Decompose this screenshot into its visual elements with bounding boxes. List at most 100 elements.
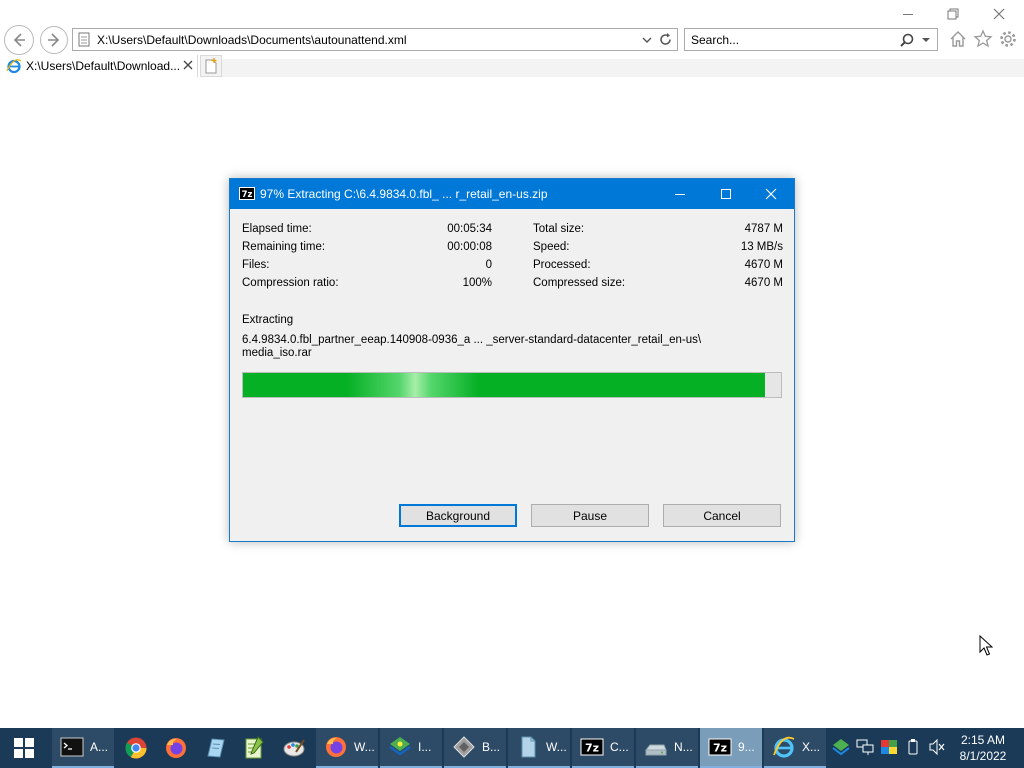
back-button[interactable] (4, 25, 34, 55)
chrome-icon (125, 737, 147, 759)
files-value: 0 (485, 259, 492, 271)
taskbar-item-label: 9... (738, 740, 755, 754)
taskbar-item-firefox-window[interactable]: W... (316, 728, 378, 768)
total-size-value: 4787 M (744, 223, 783, 235)
mouse-cursor-icon (979, 635, 993, 656)
compression-ratio-label: Compression ratio: (242, 277, 339, 289)
notepad-icon (207, 738, 225, 758)
7zip-icon: 7z (708, 738, 732, 756)
pause-button[interactable]: Pause (531, 504, 649, 527)
start-button[interactable] (0, 728, 48, 768)
elapsed-time-label: Elapsed time: (242, 223, 312, 235)
svg-text:7z: 7z (585, 742, 599, 755)
taskbar-item-firefox[interactable] (156, 728, 196, 768)
taskbar-item-ie[interactable]: X... (764, 728, 826, 768)
notepadpp-icon (245, 736, 264, 759)
taskbar-item-notepadpp[interactable] (234, 728, 274, 768)
installer-icon (389, 737, 411, 756)
taskbar-item-chrome[interactable] (116, 728, 156, 768)
address-text: X:\Users\Default\Downloads\Documents\aut… (97, 33, 407, 47)
compressed-size-label: Compressed size: (533, 277, 626, 289)
address-bar[interactable]: X:\Users\Default\Downloads\Documents\aut… (72, 28, 678, 51)
taskbar-item-drive[interactable]: N... (636, 728, 698, 768)
taskbar: A... W... I... B... W... 7z C... N... 7z… (0, 728, 1024, 768)
background-button[interactable]: Background (399, 504, 517, 527)
close-button[interactable] (748, 179, 794, 209)
document-icon (521, 736, 536, 758)
svg-text:7z: 7z (242, 190, 253, 200)
usb-icon[interactable] (904, 738, 922, 756)
minimize-button[interactable] (657, 179, 703, 209)
star-icon[interactable] (973, 29, 993, 49)
network-status-icon[interactable] (832, 738, 850, 756)
forward-button[interactable] (40, 26, 68, 54)
close-icon (765, 188, 777, 200)
gear-icon[interactable] (998, 29, 1018, 49)
taskbar-item-label: C... (610, 740, 629, 754)
ie-icon (773, 736, 795, 758)
taskbar-item-7zip-c[interactable]: 7z C... (572, 728, 634, 768)
new-tab-icon (205, 58, 217, 74)
tab-row: X:\Users\Default\Download... (0, 55, 1024, 77)
7zip-icon: 7z (239, 187, 255, 200)
processed-value: 4670 M (744, 259, 783, 271)
cancel-button[interactable]: Cancel (663, 504, 781, 527)
minimize-icon[interactable] (898, 5, 918, 23)
taskbar-item-cmd[interactable]: A... (52, 728, 114, 768)
taskbar-item-label: X... (802, 740, 821, 754)
tab-label: X:\Users\Default\Download... (26, 59, 181, 73)
taskbar-item-document[interactable]: W... (508, 728, 570, 768)
search-input[interactable] (691, 33, 891, 47)
restore-icon[interactable] (943, 5, 963, 23)
close-icon[interactable] (182, 59, 194, 71)
color-display-icon[interactable] (880, 738, 898, 756)
chevron-down-icon[interactable] (641, 33, 653, 47)
cmd-icon (60, 737, 84, 757)
network-icon[interactable] (856, 738, 874, 756)
dialog-titlebar[interactable]: 7z 97% Extracting C:\6.4.9834.0.fbl_ ...… (230, 179, 794, 209)
refresh-icon[interactable] (658, 32, 673, 47)
7zip-icon: 7z (580, 738, 604, 756)
page-icon (78, 32, 90, 47)
search-box[interactable] (684, 28, 938, 51)
current-file-name: media_iso.rar (242, 347, 312, 359)
compression-ratio-value: 100% (462, 277, 492, 289)
taskbar-item-label: B... (482, 740, 501, 754)
browser-chrome: X:\Users\Default\Downloads\Documents\aut… (0, 0, 1024, 78)
dialog-title: 97% Extracting C:\6.4.9834.0.fbl_ ... r_… (260, 187, 548, 201)
home-icon[interactable] (948, 29, 968, 49)
clock[interactable]: 2:15 AM 8/1/2022 (952, 732, 1014, 764)
taskbar-item-burn[interactable]: B... (444, 728, 506, 768)
maximize-button[interactable] (703, 179, 749, 209)
chevron-down-icon[interactable] (921, 33, 931, 47)
drive-icon (644, 744, 667, 756)
volume-muted-icon[interactable] (928, 738, 946, 756)
svg-text:7z: 7z (713, 742, 727, 755)
paint-icon (283, 739, 305, 757)
clock-time: 2:15 AM (960, 733, 1006, 747)
elapsed-time-value: 00:05:34 (447, 223, 492, 235)
files-label: Files: (242, 259, 270, 271)
firefox-icon (326, 737, 346, 757)
taskbar-item-notepad[interactable] (196, 728, 236, 768)
processed-label: Processed: (533, 259, 591, 271)
tab-current[interactable]: X:\Users\Default\Download... (0, 55, 198, 77)
windows-logo-icon (14, 738, 34, 758)
forward-arrow-icon (48, 33, 60, 47)
taskbar-item-label: N... (674, 740, 693, 754)
burn-icon (453, 736, 475, 758)
tab-strip (222, 59, 1024, 77)
close-icon[interactable] (989, 5, 1009, 23)
maximize-icon (721, 189, 731, 199)
taskbar-item-installer[interactable]: I... (380, 728, 442, 768)
taskbar-item-7zip-active[interactable]: 7z 9... (700, 728, 762, 768)
new-tab-button[interactable] (200, 55, 222, 77)
search-icon[interactable] (899, 32, 915, 48)
ie-logo-icon (6, 59, 22, 74)
current-file-path: 6.4.9834.0.fbl_partner_eeap.140908-0936_… (242, 334, 702, 346)
taskbar-item-label: W... (354, 740, 375, 754)
firefox-icon (166, 738, 186, 758)
taskbar-item-paint[interactable] (274, 728, 314, 768)
taskbar-item-label: I... (418, 740, 432, 754)
extraction-dialog: 7z 97% Extracting C:\6.4.9834.0.fbl_ ...… (229, 178, 795, 542)
